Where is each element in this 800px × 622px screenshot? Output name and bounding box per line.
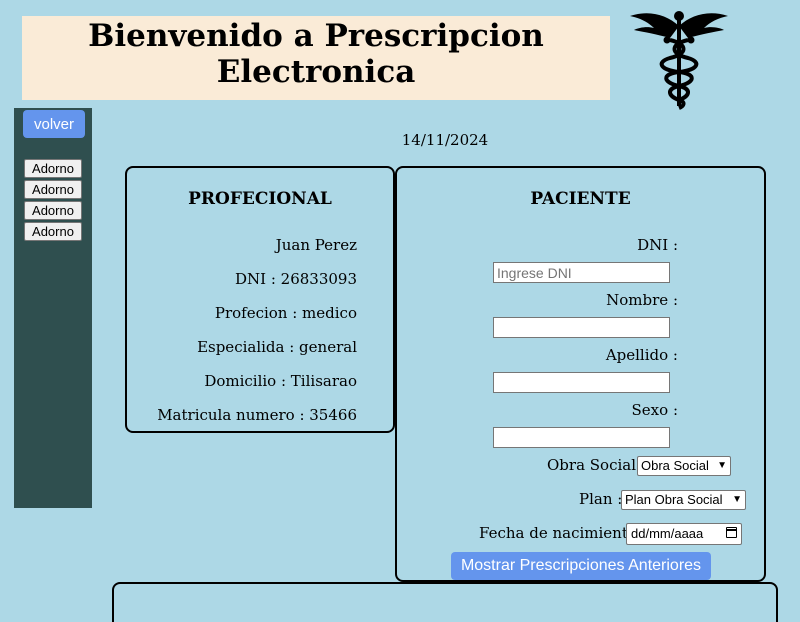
adorno-button-2[interactable]: Adorno (24, 180, 82, 199)
back-button[interactable]: volver (23, 110, 85, 138)
profesional-domicilio: Domicilio : Tilisarao (204, 372, 357, 390)
plan-selected: Plan Obra Social (625, 492, 723, 507)
profesional-matricula: Matricula numero : 35466 (157, 406, 357, 424)
profesional-name: Juan Perez (275, 236, 357, 254)
caduceus-icon (630, 11, 728, 110)
profesional-profesion: Profecion : medico (214, 304, 357, 322)
nombre-input[interactable] (493, 317, 670, 338)
calendar-icon[interactable] (726, 527, 737, 538)
apellido-label: Apellido : (605, 346, 678, 364)
dni-label: DNI : (637, 236, 678, 254)
chevron-down-icon: ▼ (732, 494, 742, 505)
paciente-title: PACIENTE (530, 189, 631, 209)
fecha-nacimiento-input[interactable]: dd/mm/aaaa (626, 523, 742, 545)
profesional-panel: PROFECIONAL Juan Perez DNI : 26833093 Pr… (125, 166, 395, 433)
adorno-button-1[interactable]: Adorno (24, 159, 82, 178)
sexo-input[interactable] (493, 427, 670, 448)
page-title: Bienvenido a Prescripcion Electronica (22, 16, 610, 100)
page-title-line2: Electronica (216, 54, 416, 90)
profesional-dni: DNI : 26833093 (234, 270, 357, 288)
obra-social-selected: Obra Social (641, 458, 709, 473)
page-title-line1: Bienvenido a Prescripcion (88, 18, 544, 54)
profesional-especialidad: Especialida : general (197, 338, 357, 356)
current-date: 14/11/2024 (401, 131, 489, 149)
nombre-label: Nombre : (606, 291, 678, 309)
dni-input[interactable] (493, 262, 670, 283)
adorno-button-4[interactable]: Adorno (24, 222, 82, 241)
fecha-placeholder: dd/mm/aaaa (631, 526, 704, 541)
apellido-input[interactable] (493, 372, 670, 393)
sexo-label: Sexo : (631, 401, 678, 419)
mostrar-prescripciones-button[interactable]: Mostrar Prescripciones Anteriores (451, 552, 711, 580)
adorno-button-3[interactable]: Adorno (24, 201, 82, 220)
bottom-panel (112, 582, 778, 622)
chevron-down-icon: ▼ (717, 460, 727, 471)
profesional-title: PROFECIONAL (188, 189, 332, 209)
plan-select[interactable]: Plan Obra Social ▼ (621, 490, 746, 510)
plan-label: Plan : (579, 490, 623, 508)
obra-social-label: Obra Social : (547, 456, 646, 474)
obra-social-select[interactable]: Obra Social ▼ (637, 456, 731, 476)
fecha-nacimiento-label: Fecha de nacimiento : (479, 524, 647, 542)
sidebar: volver Adorno Adorno Adorno Adorno (14, 108, 92, 508)
paciente-panel: PACIENTE DNI : Nombre : Apellido : Sexo … (395, 166, 766, 582)
